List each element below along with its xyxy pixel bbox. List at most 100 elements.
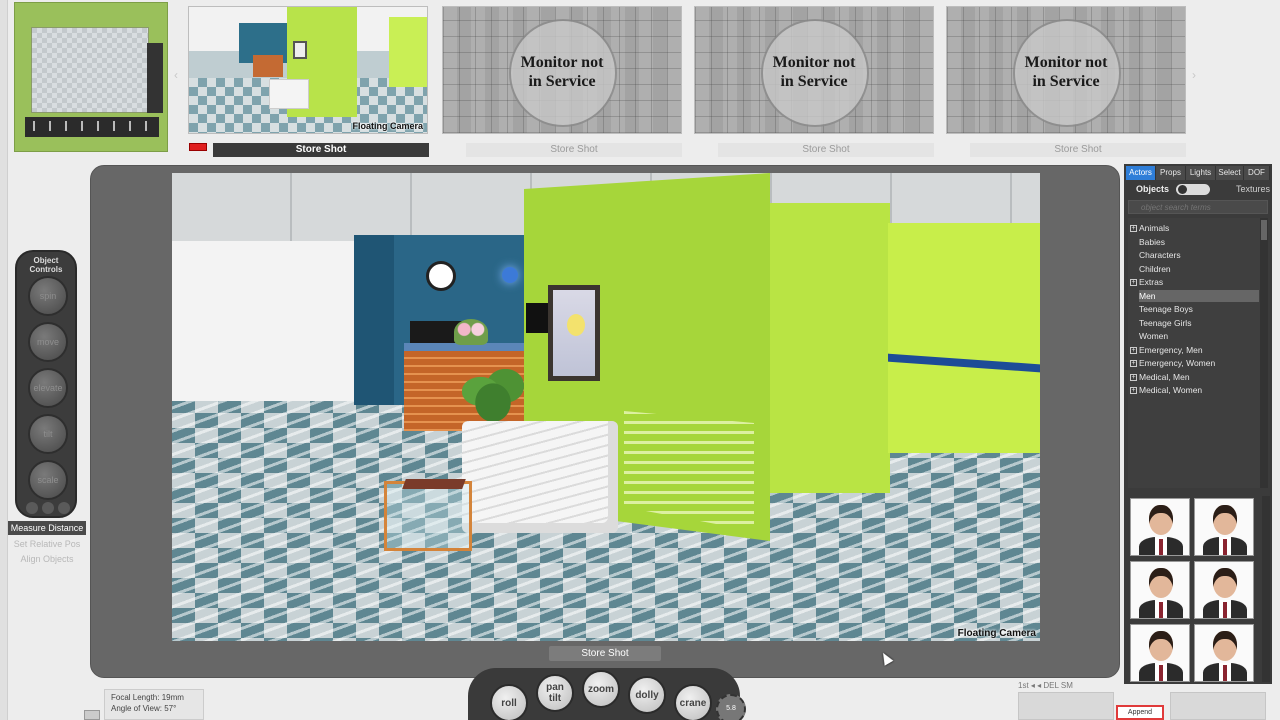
ruler-tick xyxy=(97,121,99,131)
shot-slot-2[interactable]: Monitor not in Service xyxy=(442,6,682,134)
actor-thumbnail[interactable] xyxy=(1194,498,1254,556)
actor-tie xyxy=(1223,665,1227,681)
tree-item-label: Teenage Boys xyxy=(1139,304,1193,314)
object-library-panel: Actors Props Lights Select DOF Objects T… xyxy=(1124,164,1272,684)
mini-control-left[interactable] xyxy=(26,502,38,514)
tree-item[interactable]: Men xyxy=(1139,289,1259,302)
scene-blue-wall-side xyxy=(354,235,394,405)
shot-counter xyxy=(253,55,283,77)
elevate-button[interactable]: elevate xyxy=(28,368,68,408)
bottom-panel-left xyxy=(1018,692,1114,720)
shot-slot-4-store-button[interactable]: Store Shot xyxy=(970,143,1186,157)
coffee-table-prop xyxy=(384,481,472,551)
object-controls-title: Object Controls xyxy=(17,256,75,274)
tree-item-label: Medical, Women xyxy=(1139,385,1203,395)
category-tree-scrollbar[interactable] xyxy=(1260,218,1268,488)
shot-slot-4[interactable]: Monitor not in Service xyxy=(946,6,1186,134)
flowers-prop xyxy=(454,319,488,345)
shots-prev-arrow[interactable]: ‹ xyxy=(174,68,178,82)
align-objects-button[interactable]: Align Objects xyxy=(8,552,86,566)
camera-gear-dial[interactable]: 5.8 xyxy=(716,694,746,720)
actor-thumbnail[interactable] xyxy=(1130,624,1190,682)
category-tree: + Animals Babies Characters Children + Extras M… xyxy=(1128,218,1260,488)
spin-button[interactable]: spin xyxy=(28,276,68,316)
expand-plus-icon[interactable]: + xyxy=(1130,279,1137,287)
camera-info-panel: Focal Length: 19mm Angle of View: 57° xyxy=(104,689,204,720)
ruler-tick xyxy=(81,121,83,131)
tree-item-label: Medical, Men xyxy=(1139,371,1190,382)
ruler-tick xyxy=(145,121,147,131)
expand-plus-icon[interactable]: + xyxy=(1130,360,1137,368)
tree-item[interactable]: Women xyxy=(1139,330,1168,342)
object-controls-title-line-2: Controls xyxy=(29,265,63,274)
mini-control-right[interactable] xyxy=(58,502,70,514)
picture-frame-prop xyxy=(548,285,600,381)
tilt-button[interactable]: tilt xyxy=(28,414,68,454)
tree-item[interactable]: Teenage Girls xyxy=(1139,317,1191,329)
move-button[interactable]: move xyxy=(28,322,68,362)
tree-item[interactable]: + Medical, Women xyxy=(1130,384,1202,396)
ruler-tick xyxy=(113,121,115,131)
objects-textures-toggle[interactable] xyxy=(1176,184,1210,195)
scroll-thumb[interactable] xyxy=(1261,220,1267,240)
scale-button[interactable]: scale xyxy=(28,460,68,500)
roll-button[interactable]: roll xyxy=(490,684,528,720)
shot-slot-3-store-button[interactable]: Store Shot xyxy=(718,143,934,157)
dolly-button[interactable]: dolly xyxy=(628,676,666,714)
store-shot-button[interactable]: Store Shot xyxy=(549,646,661,661)
tree-item[interactable]: Teenage Boys xyxy=(1139,303,1193,315)
shots-bar: ‹ Floating Camera Store Shot Monitor not xyxy=(8,0,1280,160)
append-button[interactable]: Append xyxy=(1116,705,1164,720)
tab-select[interactable]: Select xyxy=(1216,166,1244,180)
actor-thumbnail[interactable] xyxy=(1194,561,1254,619)
tab-dof[interactable]: DOF xyxy=(1244,166,1270,180)
measure-distance-button[interactable]: Measure Distance xyxy=(8,521,86,535)
thumbnail-scrollbar[interactable] xyxy=(1262,496,1270,682)
tree-item[interactable]: + Emergency, Women xyxy=(1130,357,1215,369)
tree-item[interactable]: + Medical, Men xyxy=(1130,371,1190,383)
actor-tie xyxy=(1159,602,1163,618)
actor-head xyxy=(1213,505,1237,535)
actor-thumbnail[interactable] xyxy=(1130,561,1190,619)
pan-tilt-button[interactable]: pan tilt xyxy=(536,674,574,712)
tab-actors[interactable]: Actors xyxy=(1126,166,1156,180)
shot-slot-1[interactable]: Floating Camera xyxy=(188,6,428,134)
expand-plus-icon[interactable]: + xyxy=(1130,373,1137,381)
active-shot-marker xyxy=(189,143,207,151)
collapse-button[interactable] xyxy=(84,710,100,720)
object-search-input[interactable] xyxy=(1128,200,1268,214)
monitor-off-line-1: Monitor not xyxy=(520,54,604,71)
object-controls-title-line-1: Object xyxy=(33,256,59,265)
mini-control-center[interactable] xyxy=(42,502,54,514)
actor-head xyxy=(1213,631,1237,661)
picture-flower xyxy=(567,314,585,336)
set-relative-pos-button[interactable]: Set Relative Pos xyxy=(8,537,86,551)
actor-thumbnail[interactable] xyxy=(1194,624,1254,682)
shot-slot-1-store-button[interactable]: Store Shot xyxy=(213,143,429,157)
shot-chair xyxy=(269,79,309,109)
shot-slot-2-store-button[interactable]: Store Shot xyxy=(466,143,682,157)
tree-item[interactable]: Children xyxy=(1139,263,1171,275)
tree-item[interactable]: Characters xyxy=(1139,249,1181,261)
tree-item-label: Emergency, Women xyxy=(1139,358,1216,368)
actor-thumbnail[interactable] xyxy=(1130,498,1190,556)
shots-next-arrow[interactable]: › xyxy=(1192,68,1196,82)
textures-label: Textures xyxy=(1236,184,1271,194)
zoom-button[interactable]: zoom xyxy=(582,670,620,708)
tab-props[interactable]: Props xyxy=(1156,166,1186,180)
crane-button[interactable]: crane xyxy=(674,684,712,720)
actor-thumbnail-grid xyxy=(1128,496,1262,682)
tab-lights[interactable]: Lights xyxy=(1186,166,1216,180)
expand-plus-icon[interactable]: + xyxy=(1130,387,1137,395)
overhead-map-thumbnail[interactable] xyxy=(14,2,168,152)
tree-item[interactable]: + Extras xyxy=(1130,276,1163,288)
expand-plus-icon[interactable]: + xyxy=(1130,346,1137,354)
tree-item[interactable]: + Emergency, Men xyxy=(1130,344,1203,356)
toggle-knob xyxy=(1178,185,1187,194)
3d-viewport[interactable]: Floating Camera xyxy=(172,173,1040,641)
shot-slot-3[interactable]: Monitor not in Service xyxy=(694,6,934,134)
shot-camera-caption: Floating Camera xyxy=(352,121,423,131)
tree-item[interactable]: + Animals xyxy=(1130,222,1169,234)
tree-item[interactable]: Babies xyxy=(1139,236,1165,248)
expand-plus-icon[interactable]: + xyxy=(1130,225,1137,233)
